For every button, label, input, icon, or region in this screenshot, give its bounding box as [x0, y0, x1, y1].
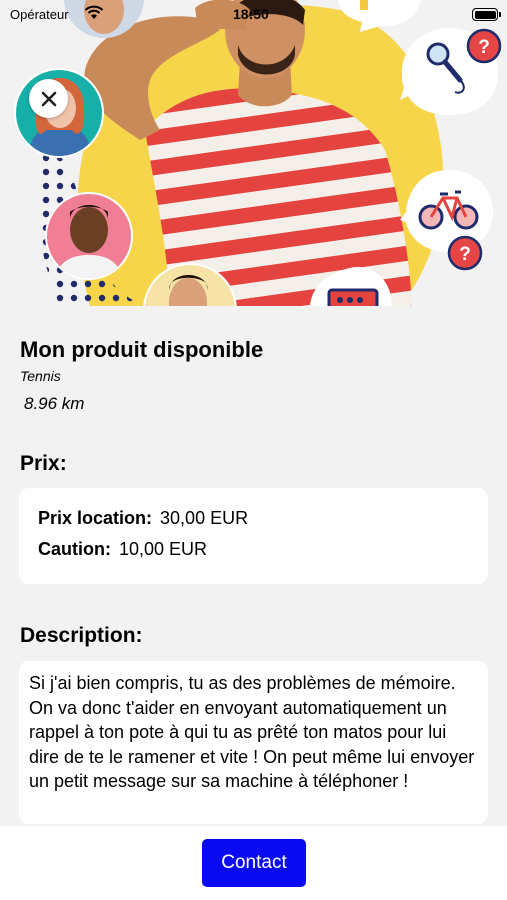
- description-heading: Description:: [20, 624, 143, 647]
- product-distance: 8.96 km: [24, 394, 85, 413]
- deposit-label: Caution:: [38, 539, 111, 559]
- deposit-value: 10,00 EUR: [118, 539, 208, 559]
- price-card: Prix location: 30,00 EUR Caution: 10,00 …: [19, 488, 488, 584]
- price-heading: Prix:: [20, 452, 67, 475]
- svg-text:?: ?: [459, 244, 471, 265]
- deposit-row: Caution: 10,00 EUR: [38, 539, 469, 570]
- hero-illustration: ? ?: [0, 0, 507, 306]
- svg-text:?: ?: [478, 37, 490, 58]
- rental-price-value: 30,00 EUR: [160, 508, 249, 528]
- carrier-label: Opérateur: [10, 7, 69, 22]
- status-bar: Opérateur 18:50: [0, 0, 507, 30]
- wifi-icon: [84, 5, 104, 19]
- contact-button[interactable]: Contact: [202, 839, 306, 887]
- product-category: Tennis: [20, 368, 61, 384]
- radio-icon: [327, 288, 379, 306]
- hero-image: ? ?: [0, 0, 507, 306]
- description-card: Si j'ai bien compris, tu as des problème…: [19, 661, 488, 824]
- rental-price-label: Prix location:: [38, 508, 153, 528]
- question-icon: ?: [447, 235, 483, 271]
- status-time: 18:50: [233, 6, 269, 22]
- close-button[interactable]: [29, 79, 68, 118]
- product-title: Mon produit disponible: [20, 337, 264, 362]
- close-icon: [41, 91, 56, 106]
- bottom-action-bar: Contact: [0, 826, 507, 900]
- description-text: Si j'ai bien compris, tu as des problème…: [29, 673, 475, 791]
- battery-icon: [472, 8, 501, 21]
- question-icon: ?: [466, 28, 502, 64]
- rental-price-row: Prix location: 30,00 EUR: [38, 508, 469, 539]
